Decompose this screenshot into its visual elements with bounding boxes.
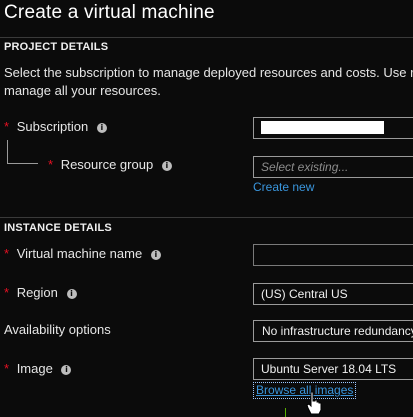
region-label: Region	[16, 285, 58, 300]
project-details-header: PROJECT DETAILS	[4, 41, 109, 53]
section-divider	[0, 217, 413, 218]
description-line-2: manage all your resources.	[4, 83, 161, 98]
tree-connector-horizontal	[7, 163, 38, 164]
info-icon[interactable]: i	[150, 250, 161, 260]
image-value: Ubuntu Server 18.04 LTS	[261, 362, 397, 376]
availability-label: Availability options	[4, 322, 111, 337]
vm-name-input[interactable]	[253, 244, 413, 266]
tree-connector-vertical	[7, 140, 8, 163]
section-divider	[0, 37, 413, 38]
region-value: (US) Central US	[261, 287, 348, 301]
instance-details-header: INSTANCE DETAILS	[4, 222, 112, 234]
required-marker: *	[4, 119, 10, 134]
image-dropdown[interactable]: Ubuntu Server 18.04 LTS	[253, 358, 413, 380]
availability-label-row: Availability options	[4, 322, 111, 337]
region-dropdown[interactable]: (US) Central US	[253, 283, 413, 305]
subscription-label-row: * Subscription i	[4, 119, 107, 134]
hand-cursor-icon	[306, 391, 322, 415]
image-label-row: * Image i	[4, 361, 72, 376]
required-marker: *	[4, 361, 10, 376]
browse-all-images-link[interactable]: Browse all images	[253, 382, 357, 399]
project-description: Select the subscription to manage deploy…	[4, 64, 413, 100]
resource-group-label-row: * Resource group i	[48, 157, 172, 172]
subscription-label: Subscription	[16, 119, 89, 134]
image-label: Image	[16, 361, 53, 376]
info-icon[interactable]: i	[66, 289, 77, 299]
availability-dropdown[interactable]: No infrastructure redundancy	[253, 320, 413, 342]
required-marker: *	[4, 246, 10, 261]
resource-group-dropdown[interactable]: Select existing...	[253, 156, 413, 178]
create-new-link[interactable]: Create new	[253, 180, 314, 194]
availability-value: No infrastructure redundancy	[262, 324, 413, 338]
resource-group-placeholder: Select existing...	[261, 160, 349, 174]
required-marker: *	[48, 157, 54, 172]
info-icon[interactable]: i	[161, 161, 172, 171]
vm-name-label-row: * Virtual machine name i	[4, 246, 161, 261]
description-line-1: Select the subscription to manage deploy…	[4, 65, 413, 80]
subscription-value-redacted	[261, 121, 384, 134]
status-indicator	[285, 408, 286, 417]
required-marker: *	[4, 285, 10, 300]
resource-group-label: Resource group	[60, 157, 154, 172]
info-icon[interactable]: i	[61, 365, 72, 375]
page-title: Create a virtual machine	[4, 2, 215, 23]
info-icon[interactable]: i	[96, 123, 107, 133]
region-label-row: * Region i	[4, 285, 77, 300]
vm-name-label: Virtual machine name	[16, 246, 143, 261]
